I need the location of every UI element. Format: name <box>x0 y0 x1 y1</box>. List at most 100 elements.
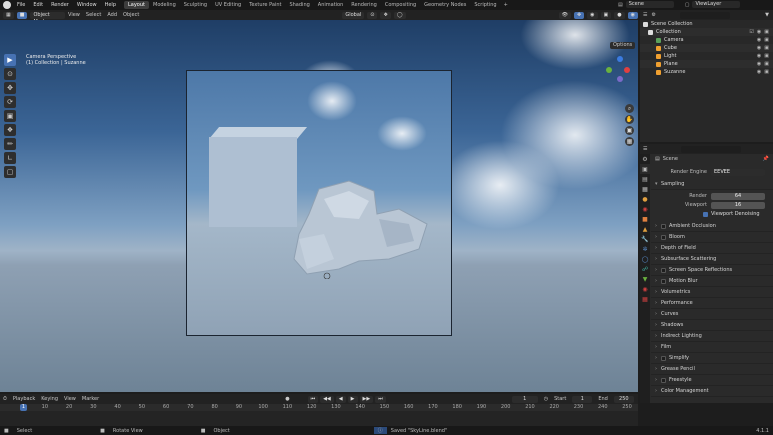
timeline-menu-keying[interactable]: Keying <box>41 396 58 402</box>
panel-film[interactable]: › Film <box>651 342 773 353</box>
grid-view-icon[interactable]: ▦ <box>625 137 634 146</box>
menu-window[interactable]: Window <box>73 0 101 10</box>
pivot-icon[interactable]: ⊙ <box>367 11 378 19</box>
panel-shadows[interactable]: › Shadows <box>651 320 773 331</box>
overlays-icon[interactable]: ◉ <box>587 11 598 19</box>
pan-hand-icon[interactable]: ✋ <box>625 115 634 124</box>
camera-render-icon[interactable]: ▣ <box>764 68 769 76</box>
modifier-tab-icon[interactable]: 🔧 <box>640 234 650 244</box>
timeline-editor-icon[interactable]: ⏱ <box>3 396 7 402</box>
measure-icon[interactable]: ∟ <box>4 152 16 164</box>
panel-indirect-lighting[interactable]: › Indirect Lighting <box>651 331 773 342</box>
add-cube-icon[interactable]: ▢ <box>4 166 16 178</box>
eye-icon[interactable]: ◉ <box>757 36 761 44</box>
select-mode-button[interactable]: ■ <box>16 11 28 19</box>
camera-render-icon[interactable]: ▣ <box>764 60 769 68</box>
checkbox-icon[interactable]: ☑ <box>749 28 753 36</box>
outliner-search-input[interactable] <box>679 11 730 19</box>
data-tab-icon[interactable]: ▼ <box>640 274 650 284</box>
mode-dropdown[interactable]: Object Mode <box>30 11 66 25</box>
z-axis-icon[interactable] <box>617 56 623 62</box>
panel-screen-space-reflections[interactable]: › Screen Space Reflections <box>651 265 773 276</box>
prev-key-icon[interactable]: ◀◀ <box>320 395 334 403</box>
play-icon[interactable]: ▶ <box>347 395 358 403</box>
constraints-tab-icon[interactable]: ☍ <box>640 264 650 274</box>
timeline-ruler[interactable]: 1102030405060708090100110120130140150160… <box>0 404 638 411</box>
properties-search-input[interactable] <box>681 145 742 153</box>
workspace-tab-modeling[interactable]: Modeling <box>149 1 180 9</box>
navigation-gizmo[interactable]: ⌕ ✋ ▣ ▦ <box>604 54 634 146</box>
xray-icon[interactable]: ▣ <box>600 11 612 19</box>
menu-help[interactable]: Help <box>101 0 120 10</box>
panel-subsurface-scattering[interactable]: › Subsurface Scattering <box>651 254 773 265</box>
start-frame-field[interactable]: 1 <box>572 395 593 403</box>
blender-logo-icon[interactable] <box>3 1 11 9</box>
viewlayer-field[interactable]: ViewLayer <box>692 1 741 8</box>
particles-tab-icon[interactable]: ✲ <box>640 244 650 254</box>
camera-render-icon[interactable]: ▣ <box>764 36 769 44</box>
snap-icon[interactable]: ❖ <box>380 11 391 19</box>
menu-file[interactable]: File <box>13 0 29 10</box>
eye-icon[interactable]: ◉ <box>757 52 761 60</box>
outliner-item-plane[interactable]: Plane ◉ ▣ <box>640 60 773 68</box>
outliner-editor-icon[interactable]: ☰ <box>643 12 647 18</box>
add-workspace-button[interactable]: + <box>501 2 511 8</box>
workspace-tab-texture-paint[interactable]: Texture Paint <box>245 1 285 9</box>
editor-type-button[interactable]: ▦ <box>3 11 14 19</box>
collection-row[interactable]: Collection ☑ ◉ ▣ <box>640 28 773 36</box>
physics-tab-icon[interactable]: ◯ <box>640 254 650 264</box>
checkbox-icon[interactable] <box>661 223 666 229</box>
tool-tab-icon[interactable]: ⚙ <box>640 154 650 164</box>
workspace-tab-sculpting[interactable]: Sculpting <box>180 1 211 9</box>
panel-bloom[interactable]: › Bloom <box>651 232 773 243</box>
next-key-icon[interactable]: ▶▶ <box>359 395 374 403</box>
eye-icon[interactable]: ◉ <box>757 60 761 68</box>
collection-tab-icon[interactable]: ■ <box>640 214 650 224</box>
proportional-edit-icon[interactable]: ◯ <box>393 11 406 19</box>
options-dropdown[interactable]: Options <box>610 42 636 49</box>
gizmo-toggle-icon[interactable]: ✥ <box>573 11 585 19</box>
viewport-denoising-checkbox[interactable]: Viewport Denoising <box>651 210 773 218</box>
render-tab-icon[interactable]: ▣ <box>640 164 650 174</box>
funnel-icon[interactable]: ▼ <box>765 12 769 18</box>
end-frame-field[interactable]: 250 <box>613 395 634 403</box>
camera-render-icon[interactable]: ▣ <box>764 52 769 60</box>
zoom-icon[interactable]: ⌕ <box>625 104 634 113</box>
eye-icon[interactable]: ◉ <box>757 68 761 76</box>
outliner-item-camera[interactable]: Camera ◉ ▣ <box>640 36 773 44</box>
panel-simplify[interactable]: › Simplify <box>651 353 773 364</box>
panel-performance[interactable]: › Performance <box>651 298 773 309</box>
panel-volumetrics[interactable]: › Volumetrics <box>651 287 773 298</box>
jump-start-icon[interactable]: ⏮ <box>307 395 319 403</box>
playhead[interactable]: 1 <box>20 404 27 411</box>
move-icon[interactable]: ✥ <box>4 82 16 94</box>
render-samples-field[interactable]: 64 <box>711 192 765 200</box>
x-axis-icon[interactable] <box>624 67 630 73</box>
timeline-menu-view[interactable]: View <box>64 396 76 402</box>
rotate-icon[interactable]: ⟳ <box>4 96 16 108</box>
filter-icon[interactable]: ⚙ <box>651 12 655 18</box>
outliner-item-suzanne[interactable]: Suzanne ◉ ▣ <box>640 68 773 76</box>
workspace-tab-compositing[interactable]: Compositing <box>381 1 420 9</box>
checkbox-icon[interactable] <box>661 355 666 361</box>
neg-axis-icon[interactable] <box>617 76 623 82</box>
scene-field[interactable]: Scene <box>625 1 674 8</box>
workspace-tab-uv-editing[interactable]: UV Editing <box>211 1 245 9</box>
material-tab-icon[interactable]: ◉ <box>640 284 650 294</box>
workspace-tab-rendering[interactable]: Rendering <box>347 1 381 9</box>
timeline-menu-playback[interactable]: Playback <box>13 396 35 402</box>
panel-depth-of-field[interactable]: › Depth of Field <box>651 243 773 254</box>
camera-render-icon[interactable]: ▣ <box>764 28 769 36</box>
viewport-menu-select[interactable]: Select <box>86 12 101 18</box>
camera-view-icon[interactable]: ▣ <box>625 126 634 135</box>
camera-render-icon[interactable]: ▣ <box>764 44 769 52</box>
properties-editor-icon[interactable]: ☰ <box>643 146 647 152</box>
select-box-icon[interactable]: ▶ <box>4 54 16 66</box>
menu-render[interactable]: Render <box>47 0 73 10</box>
panel-grease-pencil[interactable]: › Grease Pencil <box>651 364 773 375</box>
viewport-menu-view[interactable]: View <box>68 12 80 18</box>
workspace-tab-scripting[interactable]: Scripting <box>470 1 500 9</box>
eye-icon[interactable]: ◉ <box>757 28 761 36</box>
viewport-menu-add[interactable]: Add <box>107 12 117 18</box>
3d-viewport[interactable]: ▶ ⊙ ✥ ⟳ ▣ ❖ ✏ ∟ ▢ Camera Perspective (1)… <box>0 20 638 392</box>
